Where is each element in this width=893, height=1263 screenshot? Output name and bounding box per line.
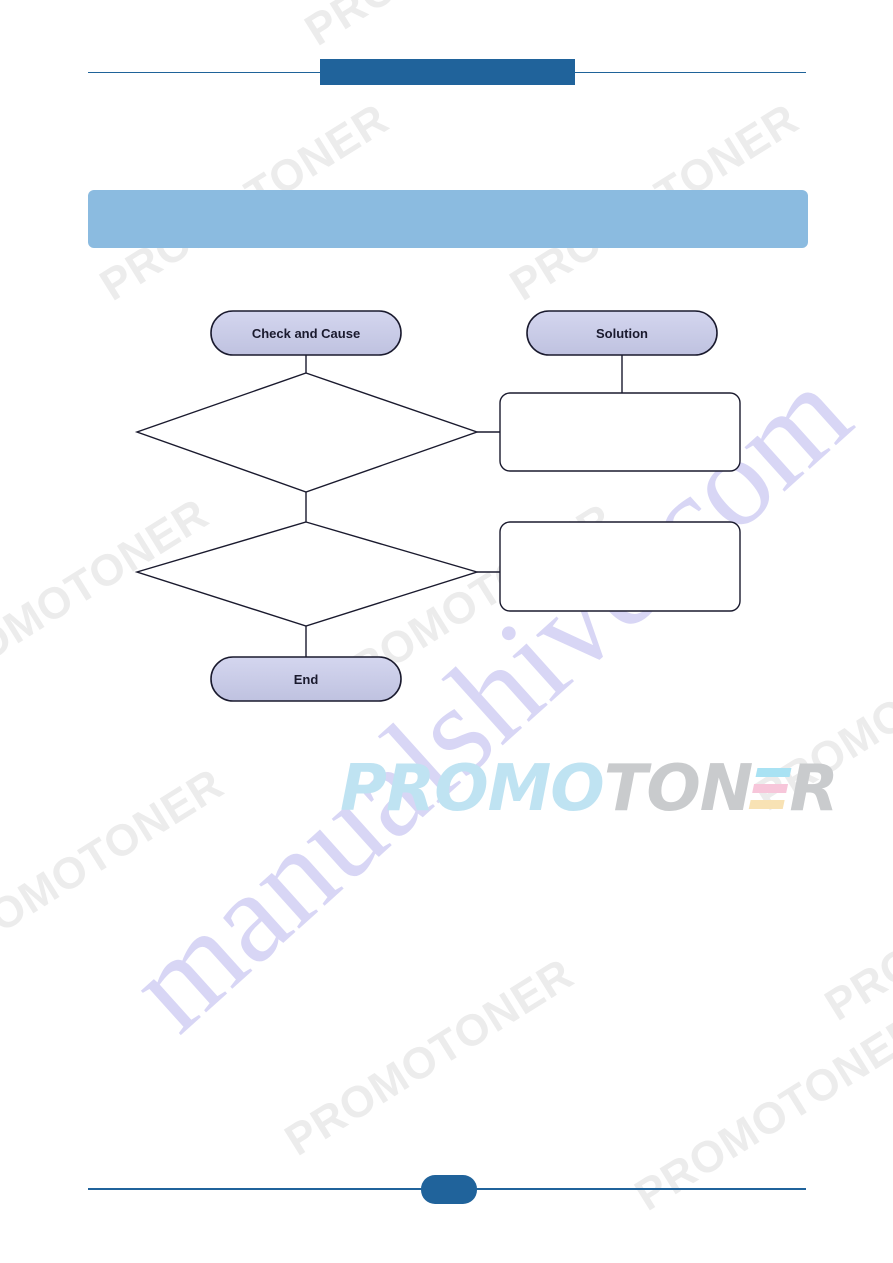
logo-text-r: R (789, 752, 838, 826)
flow-node-action-2[interactable] (499, 521, 741, 612)
flow-node-decision-1[interactable] (134, 372, 480, 493)
watermark-brand: PROMOTONER (816, 814, 893, 1031)
document-page: PROMOTONER PROMOTONER PROMOTONER PROMOTONER… (0, 0, 893, 1263)
logo-text-promo: PROMO (340, 752, 605, 826)
flow-node-solution-label: Solution (596, 326, 648, 341)
flow-node-check-and-cause[interactable]: Check and Cause (210, 310, 402, 356)
logo-text-ton: TON (603, 752, 754, 826)
watermark-brand: PROMOTONER (276, 949, 583, 1166)
watermark-brand: PROMOTONER (746, 604, 893, 821)
promotoner-logo: PROMO TON R (340, 752, 839, 826)
flow-node-solution[interactable]: Solution (526, 310, 718, 356)
watermark-brand: PROMOTONER (297, 0, 603, 56)
flow-node-check-and-cause-label: Check and Cause (252, 326, 360, 341)
watermark-site: manualshive.com (101, 340, 877, 1059)
flow-node-decision-2[interactable] (134, 521, 480, 627)
flow-node-action-1[interactable] (499, 392, 741, 472)
watermark-brand: PROMOTONER (0, 759, 233, 976)
flow-node-end[interactable]: End (210, 656, 402, 702)
logo-e-bars-icon (748, 766, 792, 812)
page-number-badge (421, 1175, 477, 1204)
section-title-banner (88, 190, 808, 248)
header-chapter-block (320, 59, 575, 85)
flow-node-end-label: End (294, 672, 319, 687)
watermark-brand: PROMOTONER (0, 489, 218, 706)
